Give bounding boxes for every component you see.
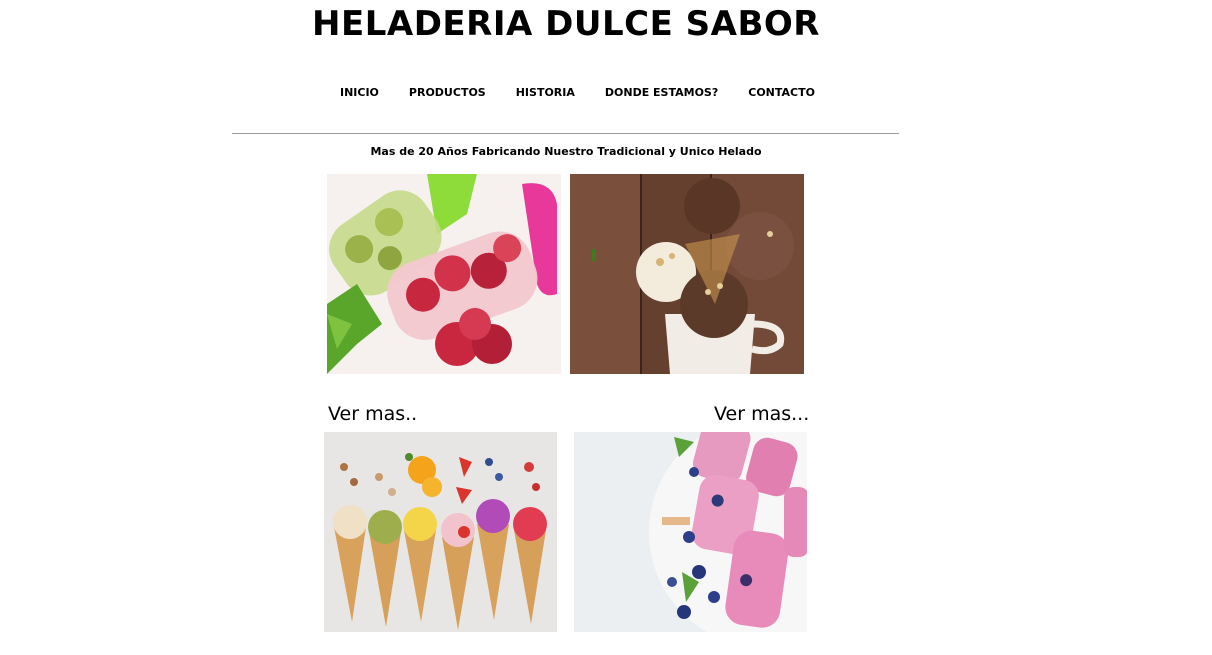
nav-item-donde-estamos[interactable]: DONDE ESTAMOS? xyxy=(605,86,718,99)
chocolate-ice-cream-cones-photo xyxy=(570,174,804,374)
site-title: HELADERIA DULCE SABOR xyxy=(312,4,820,44)
raspberry-kiwi-popsicle-photo xyxy=(327,174,561,374)
tagline: Mas de 20 Años Fabricando Nuestro Tradic… xyxy=(370,145,762,158)
nav-item-historia[interactable]: HISTORIA xyxy=(516,86,575,99)
berry-yogurt-popsicles-photo xyxy=(574,432,807,632)
ver-mas-link-left[interactable]: Ver mas.. xyxy=(328,403,417,425)
nav-item-productos[interactable]: PRODUCTOS xyxy=(409,86,486,99)
nav-item-inicio[interactable]: INICIO xyxy=(340,86,379,99)
header-divider xyxy=(232,133,899,134)
ice-cream-cones-fruit-photo xyxy=(324,432,557,632)
nav-item-contacto[interactable]: CONTACTO xyxy=(748,86,815,99)
main-nav: INICIO PRODUCTOS HISTORIA DONDE ESTAMOS?… xyxy=(340,84,815,100)
ver-mas-link-right[interactable]: Ver mas... xyxy=(714,403,809,425)
